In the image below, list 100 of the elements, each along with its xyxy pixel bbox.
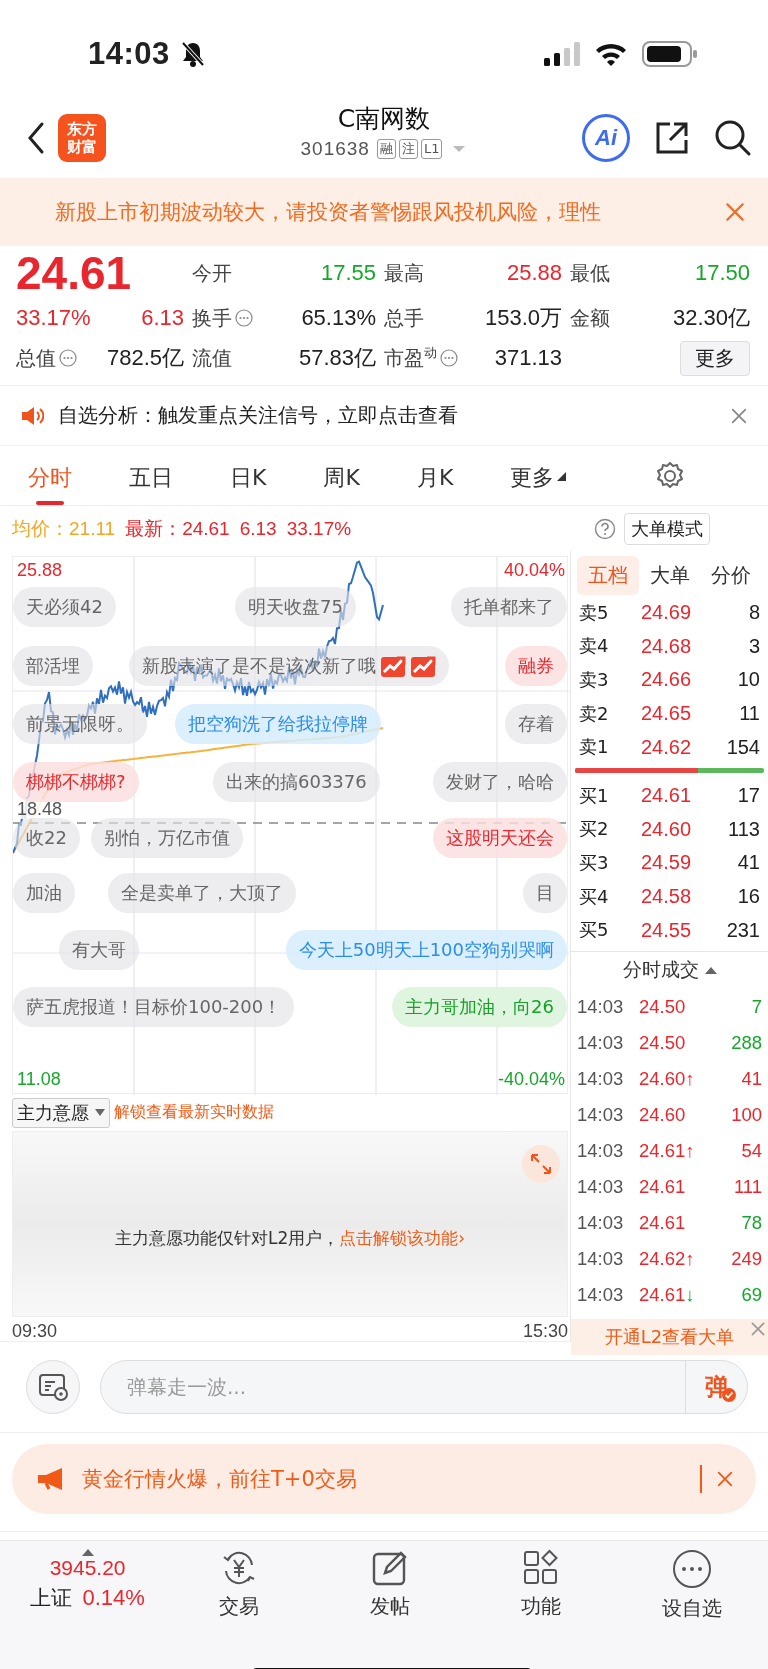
trade-price: 24.50 bbox=[639, 995, 687, 1018]
danmaku-settings-button[interactable] bbox=[26, 1360, 80, 1414]
order-price: 24.62 bbox=[640, 735, 693, 759]
mode-button[interactable]: 大单模式 bbox=[624, 512, 710, 545]
trade-time: 14:03 bbox=[577, 1211, 625, 1234]
trade-price: 24.61 bbox=[639, 1211, 687, 1234]
chart-tab[interactable]: 周K bbox=[323, 446, 360, 505]
trade-volume: 78 bbox=[740, 1211, 762, 1234]
order-volume: 231 bbox=[725, 918, 760, 942]
app-logo: 东方 财富 bbox=[58, 113, 106, 162]
stat-value: 371.13 bbox=[494, 345, 562, 371]
time-label: 09:30 bbox=[12, 1321, 58, 1342]
average-label: 均价： bbox=[12, 516, 69, 541]
chart-tab[interactable]: 五日 bbox=[129, 446, 173, 505]
alert-text[interactable]: 自选分析：触发重点关注信号，立即点击查看 bbox=[58, 402, 730, 429]
info-icon[interactable] bbox=[235, 309, 253, 327]
axis-label: 40.04% bbox=[503, 560, 565, 580]
danmaku-text: 存着 bbox=[518, 712, 554, 736]
battery-icon bbox=[642, 41, 698, 67]
close-icon[interactable] bbox=[724, 201, 746, 223]
wifi-icon bbox=[594, 41, 628, 67]
order-level: 卖4 bbox=[579, 634, 610, 659]
order-volume: 16 bbox=[736, 885, 760, 909]
stat-value: 32.30亿 bbox=[672, 304, 750, 332]
info-icon[interactable] bbox=[440, 349, 458, 367]
nav-label[interactable]: 交易 bbox=[218, 1593, 259, 1620]
chart-tab[interactable]: 月K bbox=[416, 446, 454, 505]
danmaku-text: 部活埋 bbox=[26, 654, 80, 678]
danmaku-text: 目 bbox=[536, 881, 554, 905]
danmaku-text: 萨五虎报道！目标价100-200！ bbox=[26, 995, 282, 1019]
danmaku-text: 这股明天还会 bbox=[446, 826, 554, 850]
chart-tab[interactable]: 日K bbox=[230, 446, 267, 505]
close-icon[interactable] bbox=[730, 406, 748, 425]
trade-price: 24.61↑ bbox=[639, 1139, 696, 1162]
nav-label[interactable]: 功能 bbox=[521, 1593, 562, 1620]
danmaku-text: 有大哥 bbox=[72, 938, 126, 962]
order-price: 24.58 bbox=[640, 885, 693, 909]
trade-time: 14:03 bbox=[577, 1031, 625, 1054]
caret-icon[interactable] bbox=[704, 966, 717, 975]
axis-label: 25.88 bbox=[17, 560, 63, 580]
index-value: 3945.20 bbox=[49, 1556, 126, 1580]
stat-label: 市盈$^{动}$ bbox=[384, 344, 437, 372]
ai-button[interactable]: Ai bbox=[582, 113, 630, 162]
trade-volume: 7 bbox=[750, 995, 762, 1018]
trade-volume: 249 bbox=[730, 1247, 762, 1270]
nav-label[interactable]: 设自选 bbox=[662, 1595, 723, 1622]
trade-time: 14:03 bbox=[577, 1283, 625, 1306]
caret-icon[interactable] bbox=[81, 1549, 94, 1556]
danmaku-text: 托单都来了 bbox=[464, 595, 554, 619]
stat-value: 25.88 bbox=[506, 260, 562, 286]
signal-icon bbox=[544, 42, 580, 66]
order-volume: 113 bbox=[727, 817, 760, 841]
order-price: 24.60 bbox=[640, 817, 693, 841]
order-price: 24.61 bbox=[640, 784, 693, 808]
caret-icon[interactable] bbox=[557, 471, 567, 481]
order-level: 卖2 bbox=[579, 701, 610, 726]
trade-time: 14:03 bbox=[577, 1139, 625, 1162]
close-icon[interactable] bbox=[750, 1320, 766, 1337]
change-amount: 6.13 bbox=[141, 305, 184, 331]
trades-title[interactable]: 分时成交 bbox=[622, 957, 699, 984]
expand-icon[interactable] bbox=[521, 1144, 561, 1184]
risk-warning-text: 新股上市初期波动较大，请投资者警惕跟风投机风险，理性 bbox=[55, 199, 602, 226]
clock-time: 14:03 bbox=[88, 36, 170, 72]
stat-value: 782.5亿 bbox=[106, 344, 184, 372]
unlock-link[interactable]: 解锁查看最新实时数据 bbox=[114, 1102, 274, 1123]
stat-value: 153.0万 bbox=[484, 304, 562, 332]
chart-tab[interactable]: 分时 bbox=[28, 446, 72, 505]
nav-label[interactable]: 发帖 bbox=[370, 1593, 410, 1620]
order-volume: 41 bbox=[736, 851, 760, 875]
market-index[interactable]: 3945.20 上证 0.14% bbox=[0, 1549, 164, 1641]
order-book-tab[interactable]: 大单 bbox=[638, 556, 701, 595]
danmaku-text: 主力哥加油，向26 bbox=[405, 995, 554, 1019]
stock-price: 24.61 bbox=[16, 248, 133, 298]
order-price: 24.65 bbox=[640, 702, 693, 726]
order-price: 24.59 bbox=[640, 851, 693, 875]
order-volume: 11 bbox=[738, 702, 760, 726]
info-icon[interactable] bbox=[59, 349, 77, 367]
trade-volume: 54 bbox=[740, 1139, 762, 1162]
more-button[interactable]: 更多 bbox=[680, 340, 750, 376]
order-volume: 17 bbox=[736, 784, 760, 808]
trade-volume: 111 bbox=[732, 1175, 762, 1198]
search-icon[interactable] bbox=[714, 118, 752, 157]
order-book-tab[interactable]: 分价 bbox=[700, 556, 762, 595]
trade-volume: 41 bbox=[740, 1067, 762, 1090]
stat-value: 17.50 bbox=[694, 260, 750, 286]
stat-value: 17.55 bbox=[320, 260, 376, 286]
help-icon[interactable] bbox=[594, 517, 616, 540]
order-level: 买4 bbox=[579, 884, 610, 909]
latest-label: 最新： bbox=[125, 516, 183, 541]
stat-label: 总手 bbox=[384, 304, 424, 332]
chart-tab[interactable]: 更多 bbox=[510, 446, 567, 505]
latest-price: 24.61 bbox=[182, 517, 230, 540]
stat-label: 最高 bbox=[384, 259, 424, 287]
close-icon[interactable] bbox=[716, 1470, 734, 1488]
indicator-dropdown[interactable]: 主力意愿 bbox=[12, 1097, 110, 1128]
stat-label: 流值 bbox=[192, 344, 232, 372]
index-name: 上证 bbox=[30, 1585, 73, 1612]
order-level: 买1 bbox=[579, 783, 610, 808]
l2-message: 主力意愿功能仅针对L2用户，点击解锁该功能› bbox=[114, 1226, 466, 1250]
danmaku-text: 明天收盘75 bbox=[248, 595, 343, 619]
